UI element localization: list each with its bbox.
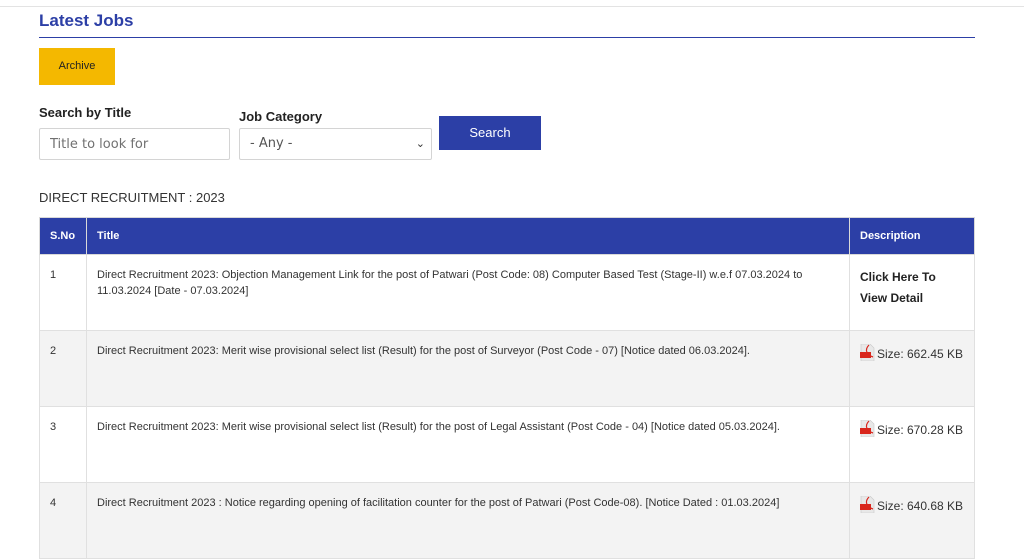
row-sno: 1 <box>39 254 87 331</box>
search-form: Search by Title Job Category - Any - ⌄ S… <box>39 105 975 175</box>
row-sno: 2 <box>39 330 87 407</box>
row-title: Direct Recruitment 2023: Objection Manag… <box>86 254 850 331</box>
search-title-label: Search by Title <box>39 105 132 120</box>
pdf-download-link[interactable]: Size: 670.28 KB <box>860 419 964 441</box>
pdf-size-text: Size: 670.28 KB <box>877 423 964 437</box>
pdf-size-text: Size: 662.45 KB <box>877 347 964 361</box>
job-category-label: Job Category <box>239 109 323 124</box>
table-header-row: S.No Title Description <box>39 217 975 255</box>
header-sno: S.No <box>39 217 87 255</box>
row-description: Size: 670.28 KB <box>849 406 975 483</box>
table-row: 1 Direct Recruitment 2023: Objection Man… <box>39 254 975 331</box>
pdf-file-icon <box>860 420 875 437</box>
chevron-down-icon: ⌄ <box>415 137 425 150</box>
table-row: 4 Direct Recruitment 2023 : Notice regar… <box>39 482 975 559</box>
jobs-table: S.No Title Description 1 Direct Recruitm… <box>39 217 975 559</box>
pdf-file-icon <box>860 496 875 513</box>
pdf-file-icon <box>860 344 875 361</box>
pdf-download-link[interactable]: Size: 640.68 KB <box>860 495 964 517</box>
row-description: Size: 662.45 KB <box>849 330 975 407</box>
job-category-selected: - Any - <box>250 136 293 151</box>
archive-button[interactable]: Archive <box>39 48 115 85</box>
search-title-input[interactable] <box>39 128 230 160</box>
main-content: Latest Jobs Archive Search by Title Job … <box>39 0 975 175</box>
pdf-download-link[interactable]: Size: 662.45 KB <box>860 343 964 365</box>
search-button[interactable]: Search <box>439 116 541 150</box>
table-row: 2 Direct Recruitment 2023: Merit wise pr… <box>39 330 975 407</box>
page-title: Latest Jobs <box>39 11 134 30</box>
section-heading: DIRECT RECRUITMENT : 2023 <box>39 190 225 205</box>
table-row: 3 Direct Recruitment 2023: Merit wise pr… <box>39 406 975 483</box>
pdf-size-text: Size: 640.68 KB <box>877 499 964 513</box>
header-title: Title <box>86 217 850 255</box>
row-description: Size: 640.68 KB <box>849 482 975 559</box>
row-title: Direct Recruitment 2023: Merit wise prov… <box>86 330 850 407</box>
row-title: Direct Recruitment 2023: Merit wise prov… <box>86 406 850 483</box>
job-category-select[interactable]: - Any - ⌄ <box>239 128 432 160</box>
header-description: Description <box>849 217 975 255</box>
title-divider <box>39 37 975 38</box>
row-sno: 4 <box>39 482 87 559</box>
row-sno: 3 <box>39 406 87 483</box>
row-description: Click Here To View Detail <box>849 254 975 331</box>
row-title: Direct Recruitment 2023 : Notice regardi… <box>86 482 850 559</box>
view-detail-link[interactable]: Click Here To View Detail <box>860 270 936 305</box>
